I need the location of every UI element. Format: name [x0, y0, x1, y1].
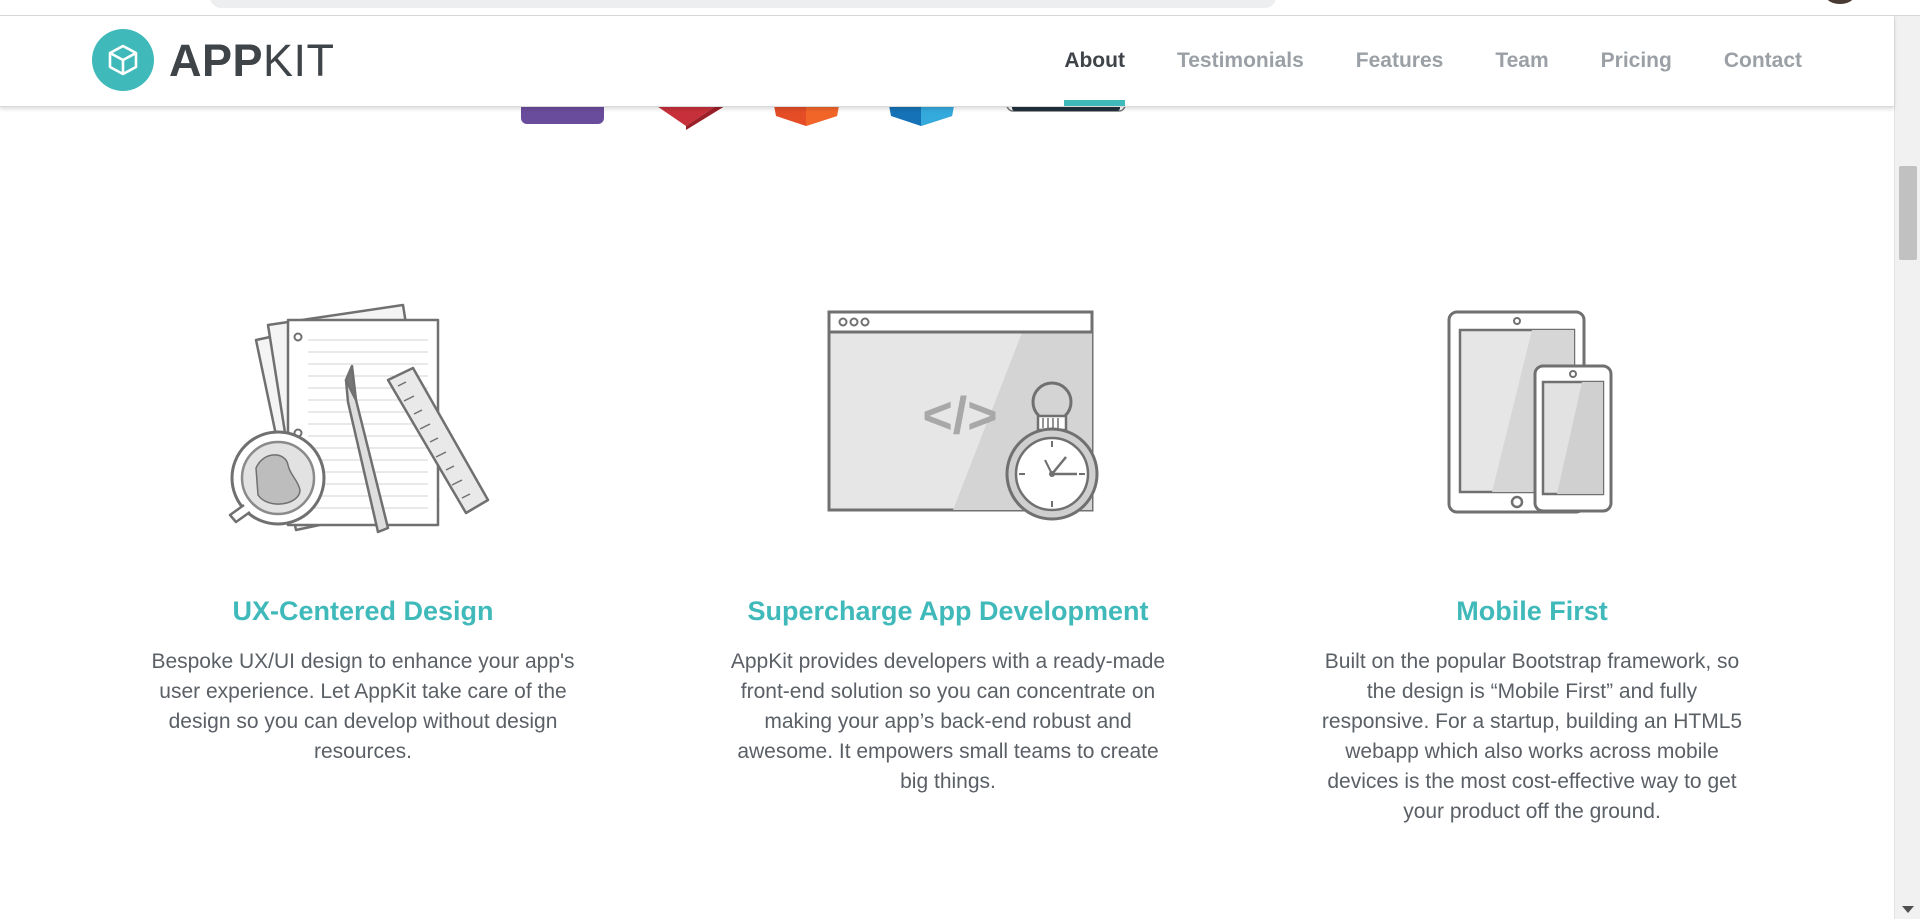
feature-supercharge-app-development: </> Supercharge App Development AppKit p… [718, 300, 1178, 797]
feature-description: Built on the popular Bootstrap framework… [1321, 650, 1743, 824]
browser-toolbar-edge [0, 0, 1920, 16]
scroll-down-arrow-icon[interactable] [1902, 906, 1914, 913]
feature-description: AppKit provides developers with a ready-… [730, 650, 1166, 794]
feature-title: UX-Centered Design [232, 596, 494, 626]
nav-pricing[interactable]: Pricing [1601, 16, 1672, 106]
brand-name: APPKIT [169, 38, 335, 83]
nav-contact[interactable]: Contact [1724, 16, 1802, 106]
address-bar[interactable] [210, 0, 1276, 8]
nav-testimonials[interactable]: Testimonials [1177, 16, 1304, 106]
code-glyph: </> [922, 387, 997, 445]
brand-name-bold: APP [169, 34, 264, 86]
feature-description: Bespoke UX/UI design to enhance your app… [151, 650, 575, 764]
brand-name-light: KIT [263, 34, 335, 86]
nav-about[interactable]: About [1064, 16, 1125, 106]
feature-title: Supercharge App Development [747, 596, 1149, 626]
feature-mobile-first: Mobile First Built on the popular Bootst… [1302, 300, 1762, 827]
main-nav: About Testimonials Features Team Pricing… [1012, 16, 1802, 106]
papers-magnifier-ruler-icon [228, 303, 490, 534]
scrollbar-thumb[interactable] [1899, 166, 1917, 260]
browser-code-stopwatch-icon: </> [827, 310, 1099, 521]
tablet-phone-icon [1447, 310, 1613, 514]
profile-avatar[interactable] [1826, 0, 1854, 4]
nav-features[interactable]: Features [1356, 16, 1444, 106]
page-scrollbar[interactable] [1894, 16, 1920, 919]
nav-team[interactable]: Team [1495, 16, 1548, 106]
cube-icon [92, 29, 154, 91]
feature-title: Mobile First [1456, 596, 1608, 626]
feature-ux-centered-design: UX-Centered Design Bespoke UX/UI design … [133, 300, 593, 767]
site-navbar: APPKIT About Testimonials Features Team … [0, 16, 1894, 107]
brand-logo[interactable]: APPKIT [92, 29, 335, 91]
